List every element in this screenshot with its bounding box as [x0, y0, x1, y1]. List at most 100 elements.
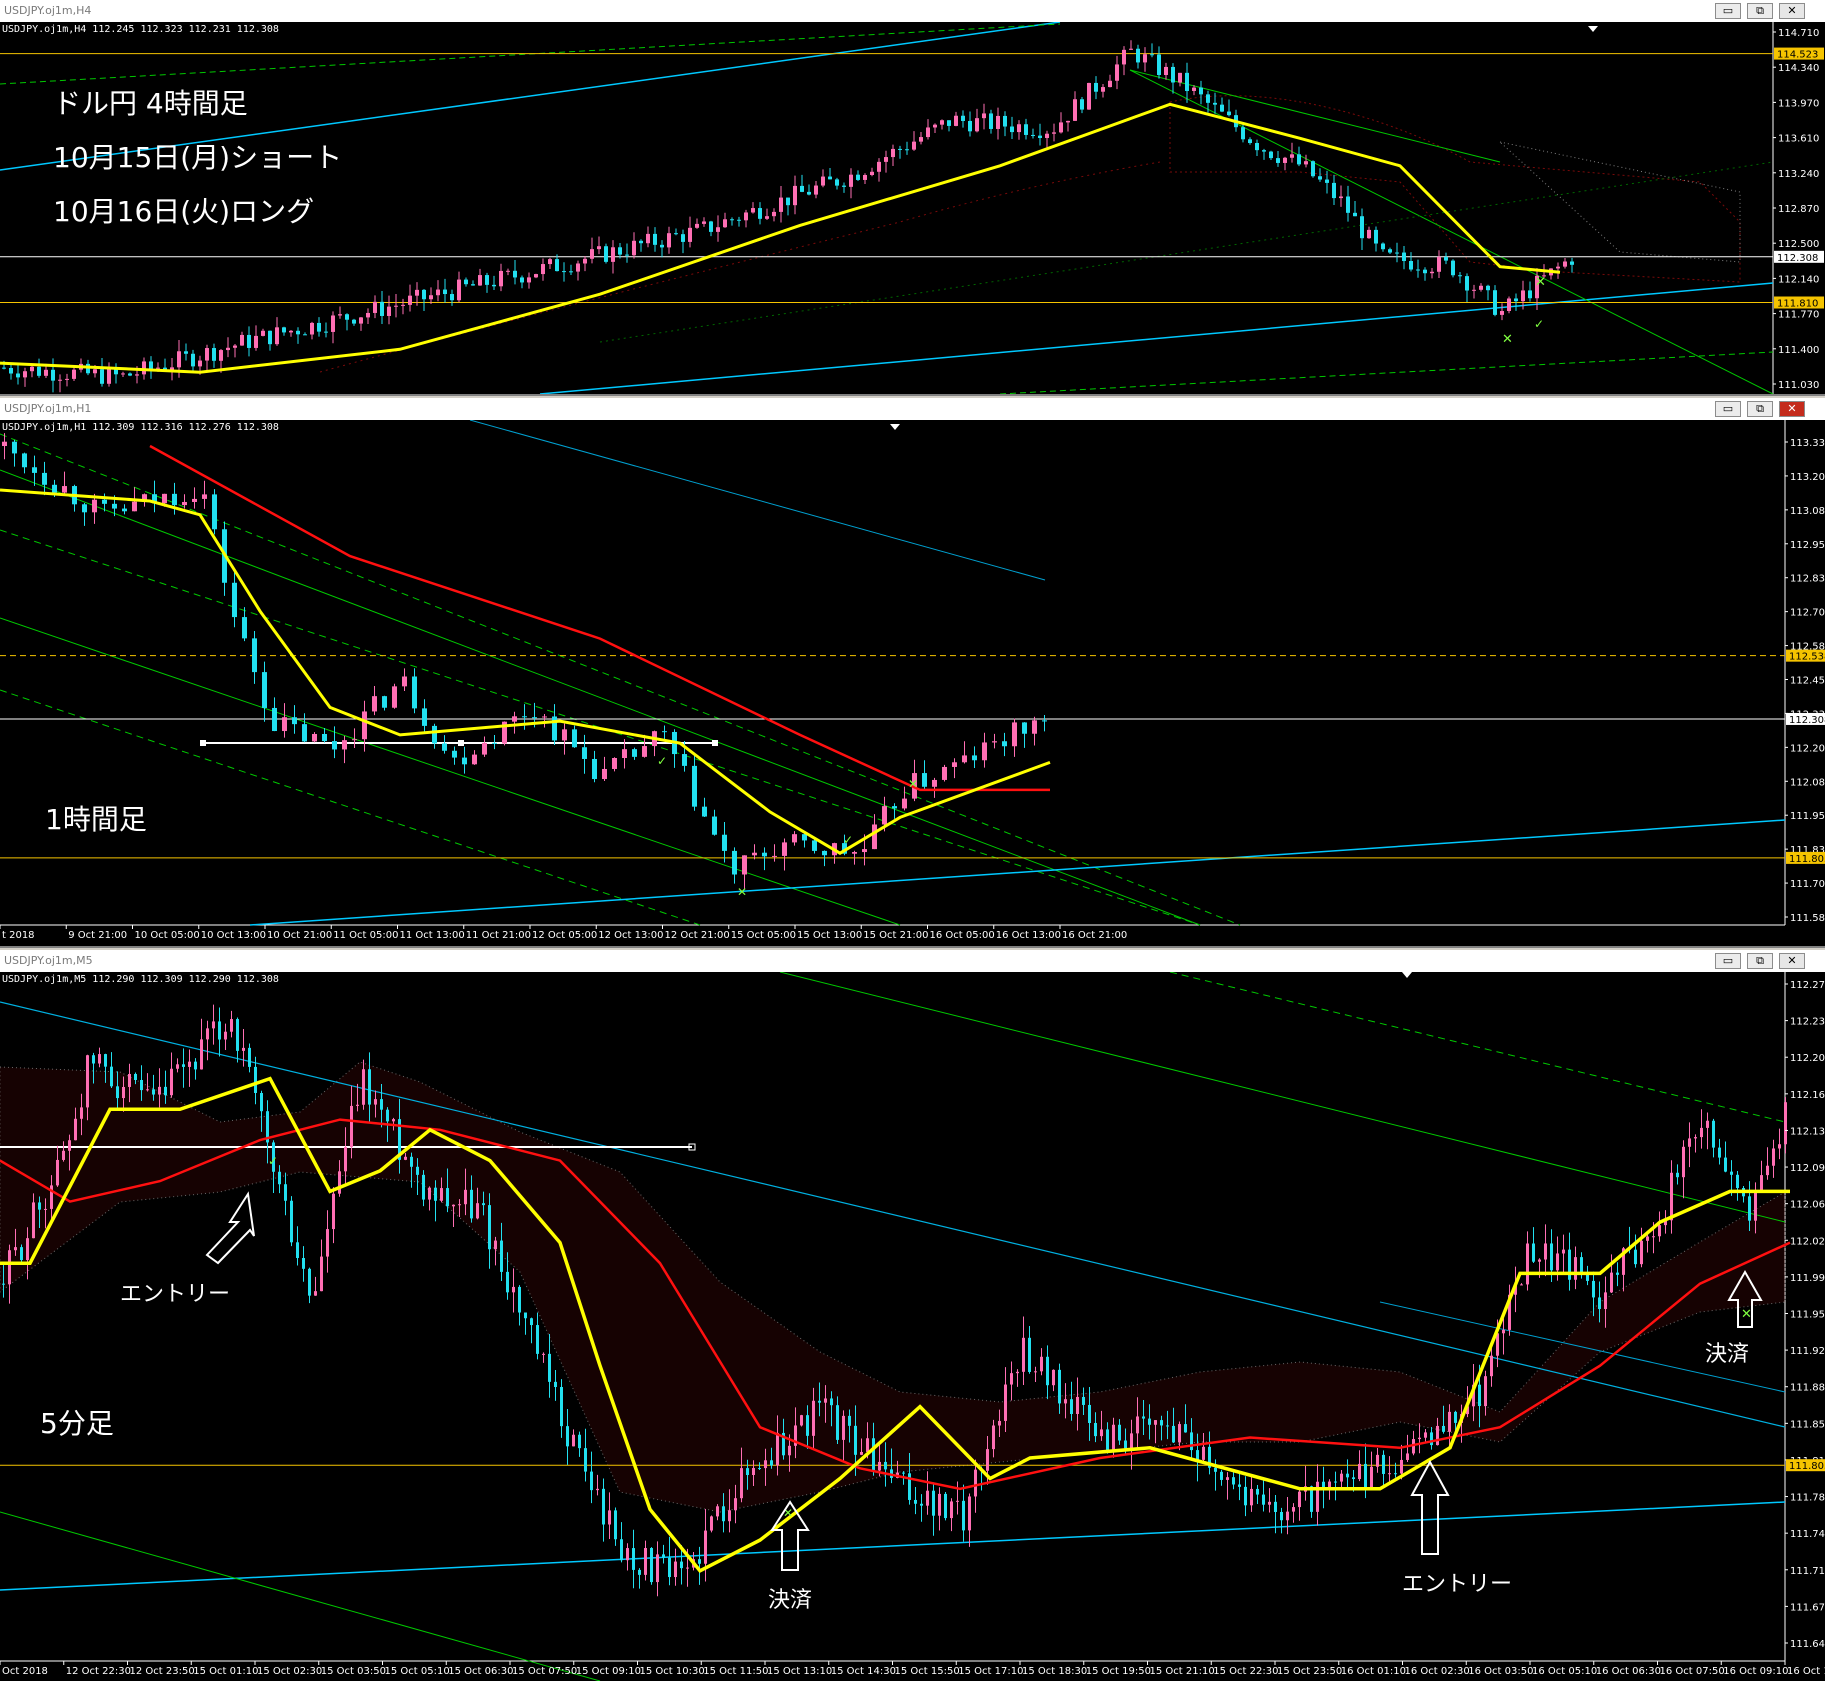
time-tick-label: 15 Oct 02:30	[257, 1666, 322, 1677]
candle-body	[345, 314, 349, 320]
titlebar-m5[interactable]: USDJPY.oj1m,M5 ▭ ⧉ ✕	[0, 950, 1825, 973]
candle-body	[1325, 179, 1329, 183]
chart-window-m5[interactable]: USDJPY.oj1m,M5 ▭ ⧉ ✕ ✓ ✕ ✕ 112.27 112.23…	[0, 950, 1825, 1681]
candle-body	[1570, 261, 1574, 265]
candle-body	[386, 1109, 389, 1122]
price-tag-label: 112.308	[1789, 715, 1825, 726]
price-tick-label: 111.850	[1790, 1419, 1825, 1430]
candle-body	[1010, 126, 1014, 133]
candle-body	[233, 345, 237, 348]
candle-body	[668, 1557, 671, 1578]
candle-body	[1024, 124, 1028, 135]
candle-body	[1382, 1454, 1385, 1474]
candle-body	[482, 1203, 485, 1206]
close-button[interactable]: ✕	[1779, 3, 1805, 19]
candle-body	[278, 1171, 281, 1185]
candle-body	[1706, 1120, 1709, 1128]
candle-body	[292, 717, 297, 725]
chart-area-m5[interactable]: ✓ ✕ ✕ 112.270 112.235 112.200 112.165 112.13…	[0, 972, 1825, 1681]
candle-body	[342, 740, 347, 750]
candle-body	[569, 271, 573, 273]
chart-window-h1[interactable]: USDJPY.oj1m,H1 ▭ ⧉ ✕ ✕ ✕ ✓ ✓ 113.33 113.…	[0, 398, 1825, 948]
candle-body	[128, 373, 132, 376]
candle-body	[177, 351, 181, 368]
candle-body	[1388, 249, 1392, 253]
candle-body	[440, 1188, 443, 1201]
time-tick-label: 15 Oct 13:00	[797, 930, 862, 941]
chart-area-h4[interactable]: ✕ ✓ ✕ 114.710 114.340 113.970 113.610 113.24…	[0, 22, 1825, 394]
candle-body	[9, 367, 13, 374]
restore-button[interactable]: ⧉	[1747, 401, 1773, 417]
candle-body	[1082, 1396, 1085, 1405]
candle-body	[1241, 127, 1245, 140]
candle-body	[1066, 120, 1070, 123]
candle-body	[1214, 1467, 1217, 1472]
candle-body	[1002, 741, 1007, 747]
chart-h1[interactable]: ✕ ✕ ✓ ✓ 113.330 113.205 113.080 112.955 112.…	[0, 420, 1825, 946]
candle-body	[782, 842, 787, 856]
time-tick-label: 16 Oct 09:10	[1723, 1666, 1788, 1677]
candle-body	[644, 1548, 647, 1575]
candle-body	[1046, 1356, 1049, 1386]
restore-button[interactable]: ⧉	[1747, 3, 1773, 19]
chart-area-h1[interactable]: ✕ ✕ ✓ ✓ 113.330 113.205 113.080 112.955 112.…	[0, 420, 1825, 946]
candle-body	[548, 1353, 551, 1382]
candle-body	[788, 1445, 791, 1456]
candle-body	[500, 1240, 503, 1272]
price-tick-label: 113.610	[1778, 134, 1819, 145]
candle-body	[802, 834, 807, 841]
price-tag-label: 111.803	[1789, 854, 1825, 865]
minimize-button[interactable]: ▭	[1715, 953, 1741, 969]
candle-body	[793, 185, 797, 206]
candle-body	[1556, 266, 1560, 269]
restore-button[interactable]: ⧉	[1747, 953, 1773, 969]
close-button[interactable]: ✕	[1779, 953, 1805, 969]
minimize-button[interactable]: ▭	[1715, 401, 1741, 417]
candle-body	[1400, 1459, 1403, 1474]
candle-body	[146, 1089, 149, 1091]
candle-body	[1004, 1384, 1007, 1421]
candle-body	[1280, 1511, 1283, 1521]
candle-body	[822, 850, 827, 856]
candle-body	[254, 335, 258, 348]
titlebar-h4[interactable]: USDJPY.oj1m,H4 ▭ ⧉ ✕	[0, 0, 1825, 23]
candle-body	[596, 1488, 599, 1491]
candle-body	[1724, 1157, 1727, 1172]
long-marker: ✕	[1535, 274, 1546, 289]
candle-body	[1178, 72, 1182, 83]
candle-body	[332, 1193, 335, 1230]
candle-body	[737, 219, 741, 221]
candle-body	[618, 247, 622, 255]
candle-body	[944, 1493, 947, 1519]
titlebar-h1[interactable]: USDJPY.oj1m,H1 ▭ ⧉ ✕	[0, 398, 1825, 421]
candle-body	[1268, 1501, 1271, 1505]
candle-body	[464, 1189, 467, 1205]
candle-body	[450, 294, 454, 301]
candle-body	[982, 742, 987, 761]
candle-body	[362, 1069, 365, 1105]
candle-body	[42, 472, 47, 485]
candle-body	[582, 747, 587, 759]
candle-body	[722, 834, 727, 851]
candle-body	[212, 1021, 215, 1029]
minimize-button[interactable]: ▭	[1715, 3, 1741, 19]
time-tick-label: 15 Oct 15:50	[895, 1666, 960, 1677]
candle-body	[1760, 1175, 1763, 1192]
close-button[interactable]: ✕	[1779, 401, 1805, 417]
chart-m5[interactable]: ✓ ✕ ✕ 112.270 112.235 112.200 112.165 112.13…	[0, 972, 1825, 1681]
candle-body	[1226, 1477, 1229, 1480]
candle-body	[1016, 1371, 1019, 1374]
candle-body	[1012, 722, 1017, 747]
candle-body	[458, 1204, 461, 1206]
price-tick-label: 112.200	[1790, 1053, 1825, 1064]
window-title: USDJPY.oj1m,M5	[4, 954, 93, 967]
candle-body	[149, 361, 153, 369]
candle-body	[1115, 64, 1119, 81]
candle-body	[206, 1028, 209, 1040]
candle-body	[1376, 1454, 1379, 1467]
candle-body	[898, 148, 902, 150]
candle-body	[488, 1205, 491, 1250]
chart-window-h4[interactable]: USDJPY.oj1m,H4 ▭ ⧉ ✕ ✕ ✓ ✕ 114.710 114.3…	[0, 0, 1825, 396]
candle-body	[232, 582, 237, 618]
entry-arrow-icon	[1410, 1459, 1450, 1555]
